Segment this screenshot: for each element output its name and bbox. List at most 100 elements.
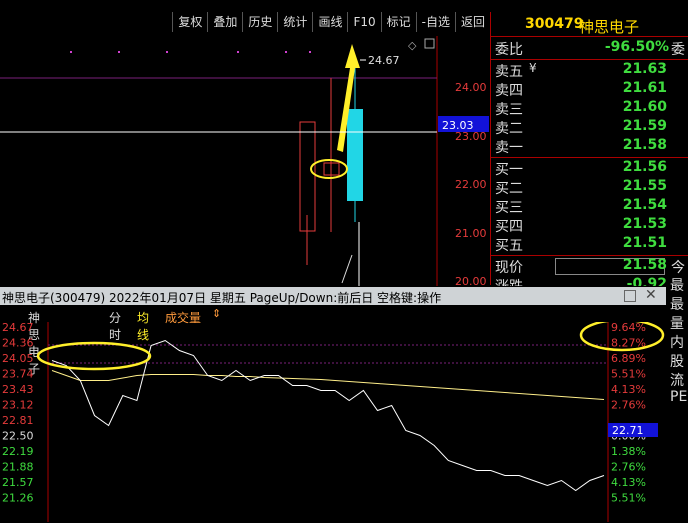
bid-price: 21.51 <box>622 235 667 251</box>
side-label: 今 <box>671 260 685 276</box>
side-label: 内 <box>670 335 684 351</box>
bid-label: 买五 <box>495 238 523 254</box>
price-tick-label: 23.43 <box>2 383 34 396</box>
average-price-line <box>51 370 605 400</box>
popup-title: 神思电子(300479) 2022年01月07日 星期五 PageUp/Down… <box>2 291 442 305</box>
toolbar-f10-button[interactable]: F10 <box>347 12 380 32</box>
price-label-24: 24.00 <box>455 81 487 94</box>
pct-tick-label: 4.13% <box>611 476 646 489</box>
side-label: 最 <box>670 297 684 313</box>
ask-label: 卖二 <box>495 121 523 137</box>
change-value: -0.92 <box>626 276 667 286</box>
toolbar-draw-line-button[interactable]: 画线 <box>312 12 347 32</box>
weicha-label: 委 <box>671 42 685 58</box>
ask-label: 卖一 <box>495 140 523 156</box>
sort-icon[interactable]: ⇕ <box>212 307 221 320</box>
bid-price: 21.56 <box>622 159 667 175</box>
ask-row-5: 卖五 ¥ 21.63 <box>491 61 688 80</box>
left-price-labels: 24.67 24.36 24.05 23.74 23.43 23.12 22.81 22.50… <box>2 322 34 505</box>
pct-tick-label: 2.76% <box>611 461 646 474</box>
price-tick-label: 24.67 <box>2 322 34 334</box>
pct-tick-label: 5.51% <box>611 368 646 381</box>
toolbar-stats-button[interactable]: 统计 <box>277 12 312 32</box>
price-tick-label: 21.57 <box>2 476 34 489</box>
candle-1-body <box>299 121 316 232</box>
price-label-20: 20.00 <box>455 275 487 286</box>
price-tick-label: 21.26 <box>2 492 34 505</box>
pct-tick-label: 2.76% <box>611 399 646 412</box>
side-label: 流 <box>670 373 684 389</box>
now-price-row: 现价 21.58 <box>491 257 688 276</box>
ask-mark: ¥ <box>529 61 537 75</box>
ask-price: 21.59 <box>622 118 667 134</box>
price-tick-label: 22.19 <box>2 445 34 458</box>
change-label: 涨跌 <box>495 276 523 286</box>
chart-toolbar: 复权 叠加 历史 统计 画线 F10 标记 -自选 返回 <box>0 12 490 34</box>
bid-row-4: 买四 21.53 <box>491 216 688 235</box>
pct-tick-label: 4.13% <box>611 383 646 396</box>
bid-label: 买四 <box>495 219 523 235</box>
window-toggle-icon[interactable] <box>424 38 435 49</box>
bid-price: 21.53 <box>622 216 667 232</box>
price-label-21: 21.00 <box>455 227 487 240</box>
change-row: 涨跌 -0.92 <box>491 276 688 286</box>
toolbar-watchlist-button[interactable]: -自选 <box>415 12 455 32</box>
bid-label: 买三 <box>495 200 523 216</box>
bid-row-2: 买二 21.55 <box>491 178 688 197</box>
current-price-label: 22.71 <box>612 424 644 437</box>
ask-label: 卖五 <box>495 64 523 80</box>
ask-label: 卖三 <box>495 102 523 118</box>
yellow-ellipse-annotation <box>36 341 152 371</box>
candle-3-body <box>347 109 363 201</box>
intraday-chart[interactable]: 24.67 24.36 24.05 23.74 23.43 23.12 22.81 22.50… <box>0 322 666 522</box>
stock-code: 300479 <box>525 16 584 32</box>
ask-row-2: 卖二 21.59 <box>491 118 688 137</box>
maximize-icon[interactable] <box>624 290 636 302</box>
pct-tick-label: 9.64% <box>611 322 646 334</box>
side-label: PE <box>670 389 688 405</box>
dots-row <box>70 51 311 53</box>
ask-label: 卖四 <box>495 83 523 99</box>
toolbar-history-button[interactable]: 历史 <box>242 12 277 32</box>
separator <box>491 36 688 37</box>
pct-tick-label: 1.38% <box>611 445 646 458</box>
crosshair-price-label: 23.03 <box>442 119 474 132</box>
side-label: 股 <box>670 354 684 370</box>
price-label-22: 22.00 <box>455 178 487 191</box>
separator <box>491 59 688 60</box>
candlestick-chart[interactable]: 24.67 24.00 23.00 22.00 21.00 20.00 23.0… <box>0 36 490 286</box>
pct-tick-label: 5.51% <box>611 492 646 505</box>
toolbar-mark-button[interactable]: 标记 <box>380 12 416 32</box>
weibi-label: 委比 <box>495 42 523 58</box>
weibi-value: -96.50% <box>604 39 669 55</box>
ask-price: 21.58 <box>622 137 667 153</box>
bid-price: 21.55 <box>622 178 667 194</box>
side-label: 量 <box>670 316 684 332</box>
ask-price: 21.61 <box>622 80 667 96</box>
now-price-label: 现价 <box>495 260 523 276</box>
pointer-line <box>341 254 353 284</box>
toolbar-back-button[interactable]: 返回 <box>454 12 490 32</box>
ask-row-1: 卖一 21.58 <box>491 137 688 156</box>
price-tick-label: 24.36 <box>2 337 34 350</box>
ask-price: 21.63 <box>622 61 667 77</box>
quote-panel: 300479 神思电子 委比 -96.50% 委 卖五 ¥ 21.63 卖四 2… <box>490 12 688 286</box>
diamond-icon[interactable]: ◇ <box>408 39 417 52</box>
price-tick-label: 23.74 <box>2 368 34 381</box>
bid-label: 买二 <box>495 181 523 197</box>
side-label: 最 <box>670 278 684 294</box>
ask-row-3: 卖三 21.60 <box>491 99 688 118</box>
stock-name: 神思电子 <box>579 18 640 36</box>
separator <box>491 255 688 256</box>
bid-row-3: 买三 21.54 <box>491 197 688 216</box>
high-label: 24.67 <box>368 54 400 67</box>
toolbar-overlay-button[interactable]: 叠加 <box>207 12 242 32</box>
price-tick-label: 21.88 <box>2 461 34 474</box>
close-icon[interactable]: ✕ <box>645 287 657 303</box>
price-tick-label: 22.81 <box>2 414 34 427</box>
toolbar-fuquan-button[interactable]: 复权 <box>172 12 207 32</box>
popup-title-bar[interactable]: 神思电子(300479) 2022年01月07日 星期五 PageUp/Down… <box>0 287 666 305</box>
price-tick-label: 24.05 <box>2 352 34 365</box>
price-tick-label: 22.50 <box>2 430 34 443</box>
bid-price: 21.54 <box>622 197 667 213</box>
